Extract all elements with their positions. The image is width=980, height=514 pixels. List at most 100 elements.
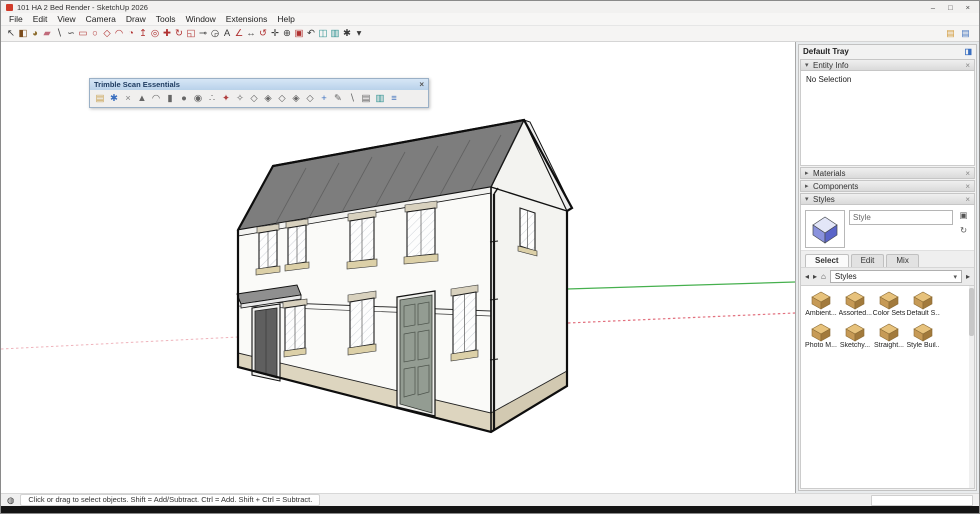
style-collection-item[interactable]: Color Sets — [872, 290, 906, 317]
front-door[interactable] — [399, 294, 433, 414]
page-edit-icon[interactable]: ▤ — [945, 26, 956, 41]
scan-toolbar-titlebar[interactable]: Trimble Scan Essentials × — [90, 79, 428, 90]
sphere-icon[interactable]: ● — [177, 92, 191, 105]
droplet-icon[interactable]: ◉ — [191, 92, 205, 105]
pan-tool-icon[interactable]: ✛ — [269, 26, 281, 41]
polygon-c-icon[interactable]: ◇ — [275, 92, 289, 105]
in-model-icon[interactable]: ⌂ — [821, 272, 826, 281]
style-collection-item[interactable]: Assorted... — [838, 290, 872, 317]
geolocation-icon[interactable]: ◍ — [7, 494, 14, 506]
Help[interactable]: Help — [272, 13, 299, 26]
push-pull-tool-icon[interactable]: ↥ — [137, 26, 149, 41]
make-component-icon[interactable]: ◧ — [17, 26, 29, 41]
rectangle-tool-icon[interactable]: ▭ — [77, 26, 89, 41]
polygon-tool-icon[interactable]: ◇ — [101, 26, 113, 41]
offset-tool-icon[interactable]: ◎ — [149, 26, 161, 41]
tab-select[interactable]: Select — [805, 254, 849, 267]
maximize-button[interactable]: □ — [948, 3, 953, 12]
chevron-right-icon[interactable]: ▸ — [805, 169, 813, 177]
Camera[interactable]: Camera — [81, 13, 121, 26]
pie-tool-icon[interactable]: ◔ — [125, 26, 137, 41]
section-header-materials[interactable]: ▸ Materials × — [800, 167, 975, 179]
styles-scrollbar[interactable] — [969, 286, 974, 488]
circle-tool-icon[interactable]: ○ — [89, 26, 101, 41]
arc-tool-icon[interactable]: ◠ — [113, 26, 125, 41]
tab-mix[interactable]: Mix — [886, 254, 919, 267]
text-tool-icon[interactable]: A — [221, 26, 233, 41]
chevron-right-icon[interactable]: ▸ — [805, 182, 813, 190]
style-collection-item[interactable]: Photo M... — [804, 322, 838, 349]
Window[interactable]: Window — [181, 13, 221, 26]
pencil-icon[interactable]: ✎ — [331, 92, 345, 105]
File[interactable]: File — [4, 13, 28, 26]
dome-icon[interactable]: ◠ — [149, 92, 163, 105]
add-point-icon[interactable]: + — [317, 92, 331, 105]
scan-points-icon[interactable]: ∴ — [205, 92, 219, 105]
style-collection-item[interactable]: Sketchy... — [838, 322, 872, 349]
page-view-icon[interactable]: ▤ — [960, 26, 971, 41]
cylinder-icon[interactable]: ▮ — [163, 92, 177, 105]
close-icon[interactable]: × — [965, 61, 970, 70]
style-collection-item[interactable]: Ambient... — [804, 290, 838, 317]
slash-icon[interactable]: ∖ — [345, 92, 359, 105]
previous-view-icon[interactable]: ↶ — [305, 26, 317, 41]
open-folder-icon[interactable]: ▤ — [93, 92, 107, 105]
scan-close-tool-icon[interactable]: × — [121, 92, 135, 105]
new-style-button[interactable]: ▣ — [959, 210, 967, 221]
paint-bucket-icon[interactable]: ◕ — [29, 26, 41, 41]
house-model[interactable] — [1, 42, 795, 493]
section-header-styles[interactable]: ▾ Styles × — [800, 193, 975, 205]
zoom-tool-icon[interactable]: ⊕ — [281, 26, 293, 41]
polygon-a-icon[interactable]: ◇ — [247, 92, 261, 105]
chevron-down-icon[interactable]: ▾ — [805, 61, 813, 69]
Draw[interactable]: Draw — [121, 13, 151, 26]
details-arrow-button[interactable]: ▸ — [966, 272, 970, 281]
View[interactable]: View — [52, 13, 80, 26]
close-icon[interactable]: × — [965, 195, 970, 204]
Edit[interactable]: Edit — [28, 13, 53, 26]
minimize-button[interactable]: – — [931, 3, 935, 12]
tray-options-icon[interactable]: ◨ — [964, 47, 972, 56]
magic-wand-icon[interactable]: ✦ — [219, 92, 233, 105]
x-ray-icon[interactable]: ▥ — [329, 26, 341, 41]
freehand-tool-icon[interactable]: ∽ — [65, 26, 77, 41]
orbit-tool-icon[interactable]: ↺ — [257, 26, 269, 41]
layers-b-icon[interactable]: ▥ — [373, 92, 387, 105]
section-header-entity-info[interactable]: ▾ Entity Info × — [800, 59, 975, 71]
settings-gear-icon[interactable]: ✱ — [341, 26, 353, 41]
layers-a-icon[interactable]: ▤ — [359, 92, 373, 105]
back-arrow-icon[interactable]: ◂ — [805, 272, 809, 281]
section-header-components[interactable]: ▸ Components × — [800, 180, 975, 192]
Extensions[interactable]: Extensions — [221, 13, 273, 26]
axes-tool-icon[interactable]: ∠ — [233, 26, 245, 41]
active-style-thumbnail[interactable] — [805, 210, 845, 248]
style-name-input[interactable] — [849, 210, 953, 225]
dimension-tool-icon[interactable]: ↔ — [245, 26, 257, 41]
zoom-extents-icon[interactable]: ▣ — [293, 26, 305, 41]
close-icon[interactable]: × — [965, 182, 970, 191]
rotate-tool-icon[interactable]: ↻ — [173, 26, 185, 41]
scrollbar-thumb[interactable] — [969, 288, 974, 336]
line-tool-icon[interactable]: ∖ — [53, 26, 65, 41]
gear-dropdown-icon[interactable]: ▾ — [353, 26, 365, 41]
forward-arrow-icon[interactable]: ▸ — [813, 272, 817, 281]
tab-edit[interactable]: Edit — [850, 254, 885, 267]
cone-icon[interactable]: ▲ — [135, 92, 149, 105]
style-collection-item[interactable]: Straight... — [872, 322, 906, 349]
style-collection-item[interactable]: Style Buil... — [906, 322, 940, 349]
trimble-scan-toolbar[interactable]: Trimble Scan Essentials × ▤ ✱ × ▲ ◠ ▮ ● … — [89, 78, 429, 108]
select-tool-icon[interactable]: ↖ — [5, 26, 17, 41]
scale-tool-icon[interactable]: ◱ — [185, 26, 197, 41]
chevron-down-icon[interactable]: ▾ — [805, 195, 813, 203]
Tools[interactable]: Tools — [151, 13, 181, 26]
move-tool-icon[interactable]: ✚ — [161, 26, 173, 41]
polygon-b-icon[interactable]: ◈ — [261, 92, 275, 105]
eraser-icon[interactable]: ▰ — [41, 26, 53, 41]
measurements-input[interactable] — [871, 494, 973, 506]
close-icon[interactable]: × — [965, 169, 970, 178]
scan-settings-gear-icon[interactable]: ✱ — [107, 92, 121, 105]
gable-window[interactable] — [517, 207, 538, 257]
clean-wand-icon[interactable]: ✧ — [233, 92, 247, 105]
close-button[interactable]: × — [966, 3, 970, 12]
polygon-e-icon[interactable]: ◇ — [303, 92, 317, 105]
